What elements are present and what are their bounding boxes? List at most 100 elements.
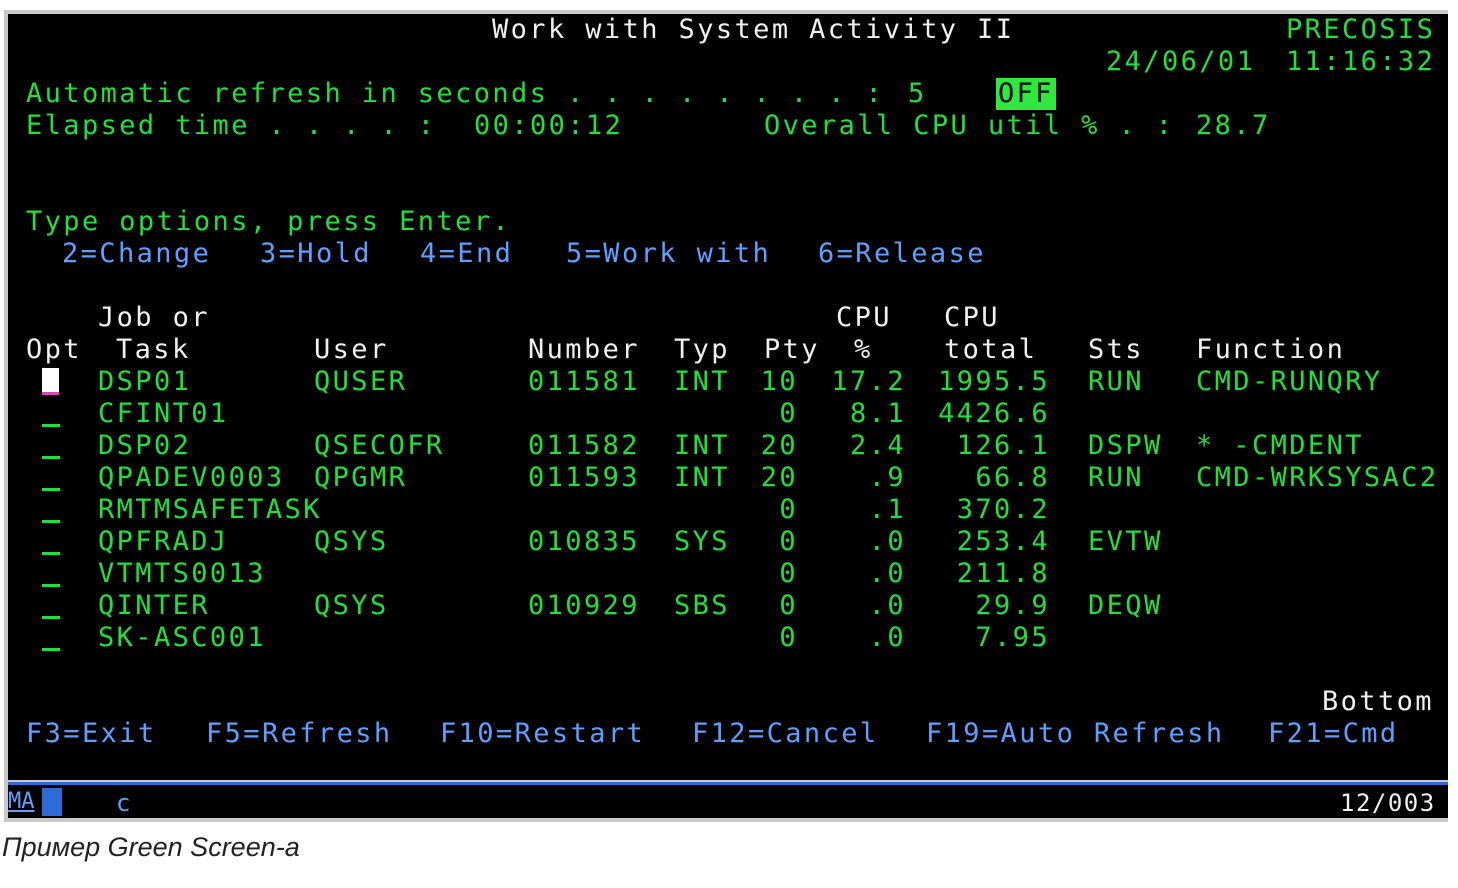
cell-task: RMTMSAFETASK [98, 494, 322, 525]
status-bar: MA c 12/003 [8, 782, 1448, 818]
header-number: Number [528, 334, 640, 365]
cell-cpu-pct: .9 [868, 462, 906, 493]
cell-cpu-total: 29.9 [975, 590, 1050, 621]
opt-input[interactable] [42, 368, 59, 395]
cell-function: * -CMDENT [1196, 430, 1364, 461]
options-heading: Type options, press Enter. [26, 206, 512, 237]
cell-sts: EVTW [1088, 526, 1163, 557]
cell-pty: 20 [760, 462, 798, 493]
cell-number: 010929 [528, 590, 640, 621]
cell-number: 011581 [528, 366, 640, 397]
cell-pty: 0 [779, 558, 798, 589]
cell-task: DSP02 [98, 430, 192, 461]
opt-input[interactable] [42, 488, 60, 491]
fkey-exit[interactable]: F3=Exit [26, 718, 157, 750]
cell-number: 011593 [528, 462, 640, 493]
mode-label: MA [8, 789, 35, 814]
header-task: Task [116, 334, 191, 365]
cell-pty: 0 [779, 590, 798, 621]
fkey-cancel[interactable]: F12=Cancel [692, 718, 879, 750]
cell-task: DSP01 [98, 366, 192, 397]
cell-number: 010835 [528, 526, 640, 557]
cell-cpu-total: 1995.5 [938, 366, 1050, 397]
mode-indicator: MA [8, 788, 62, 816]
refresh-toggle[interactable]: OFF [996, 78, 1056, 110]
image-caption: Пример Green Screen-а [2, 832, 300, 862]
cell-cpu-total: 66.8 [975, 462, 1050, 493]
cell-cpu-total: 370.2 [956, 494, 1050, 525]
cpu-overall-label: Overall CPU util % . : [764, 110, 1175, 141]
cell-cpu-pct: .0 [868, 622, 906, 653]
fkey-refresh[interactable]: F5=Refresh [206, 718, 393, 750]
system-name: PRECOSIS [1286, 14, 1436, 45]
elapsed-label: Elapsed time . . . . : [26, 110, 437, 141]
opt-input[interactable] [42, 584, 60, 587]
current-time: 11:16:32 [1286, 46, 1436, 77]
fkey-restart[interactable]: F10=Restart [440, 718, 645, 750]
cell-task: QINTER [98, 590, 210, 621]
cell-typ: SBS [674, 590, 730, 621]
header-job-or: Job or [98, 302, 210, 333]
opt-input[interactable] [42, 424, 60, 427]
opt-input[interactable] [42, 456, 60, 459]
fkey-cmd[interactable]: F21=Cmd [1268, 718, 1399, 750]
cell-sts: RUN [1088, 462, 1144, 493]
header-user: User [314, 334, 389, 365]
cell-function: CMD-RUNQRY [1196, 366, 1383, 397]
cell-task: QPADEV0003 [98, 462, 285, 493]
cell-pty: 0 [779, 398, 798, 429]
current-date: 24/06/01 [1106, 46, 1256, 77]
cell-user: QSYS [314, 526, 389, 557]
opt-input[interactable] [42, 520, 60, 523]
cell-cpu-pct: .0 [868, 526, 906, 557]
cell-user: QUSER [314, 366, 408, 397]
cell-sts: DSPW [1088, 430, 1163, 461]
header-sts: Sts [1088, 334, 1144, 365]
cell-cpu-pct: 17.2 [831, 366, 906, 397]
opt-input[interactable] [42, 648, 60, 651]
cell-sts: RUN [1088, 366, 1144, 397]
cell-pty: 20 [760, 430, 798, 461]
cursor-position: 12/003 [1340, 789, 1436, 817]
status-indicator: c [116, 789, 132, 817]
cpu-overall-value: 28.7 [1196, 110, 1271, 141]
header-cpu-total: total [944, 334, 1038, 365]
cell-task: SK-ASC001 [98, 622, 266, 653]
opt-input[interactable] [42, 616, 60, 619]
opt-input[interactable] [42, 552, 60, 555]
header-function: Function [1196, 334, 1346, 365]
cell-task: VTMTS0013 [98, 558, 266, 589]
cell-cpu-pct: 8.1 [850, 398, 906, 429]
cell-cpu-total: 4426.6 [938, 398, 1050, 429]
elapsed-value: 00:00:12 [474, 110, 624, 141]
header-typ: Typ [674, 334, 730, 365]
refresh-label: Automatic refresh in seconds . . . . . .… [26, 78, 885, 109]
cell-pty: 0 [779, 526, 798, 557]
header-pty: Pty [764, 334, 820, 365]
cell-cpu-pct: .0 [868, 558, 906, 589]
cell-cpu-total: 7.95 [975, 622, 1050, 653]
option-work-with: 5=Work with [566, 238, 772, 269]
cell-pty: 10 [760, 366, 798, 397]
cell-user: QSECOFR [314, 430, 445, 461]
cell-user: QPGMR [314, 462, 408, 493]
cell-task: QPFRADJ [98, 526, 229, 557]
header-opt: Opt [26, 334, 82, 365]
screen-title: Work with System Activity II [492, 14, 1015, 45]
header-cpu-pct: % [854, 334, 873, 365]
cell-typ: INT [674, 366, 730, 397]
option-hold: 3=Hold [260, 238, 372, 269]
option-release: 6=Release [818, 238, 986, 269]
refresh-value[interactable]: 5 [908, 78, 927, 110]
cell-cpu-total: 126.1 [956, 430, 1050, 461]
cell-function: CMD-WRKSYSAC2 [1196, 462, 1439, 493]
cell-user: QSYS [314, 590, 389, 621]
header-cpu-pct-top: CPU [836, 302, 892, 333]
cell-typ: SYS [674, 526, 730, 557]
cell-cpu-total: 253.4 [956, 526, 1050, 557]
cell-cpu-pct: 2.4 [850, 430, 906, 461]
bottom-marker: Bottom [1322, 686, 1434, 717]
mode-block [42, 788, 62, 816]
cell-cpu-total: 211.8 [956, 558, 1050, 589]
fkey-auto-refresh[interactable]: F19=Auto Refresh [926, 718, 1225, 750]
